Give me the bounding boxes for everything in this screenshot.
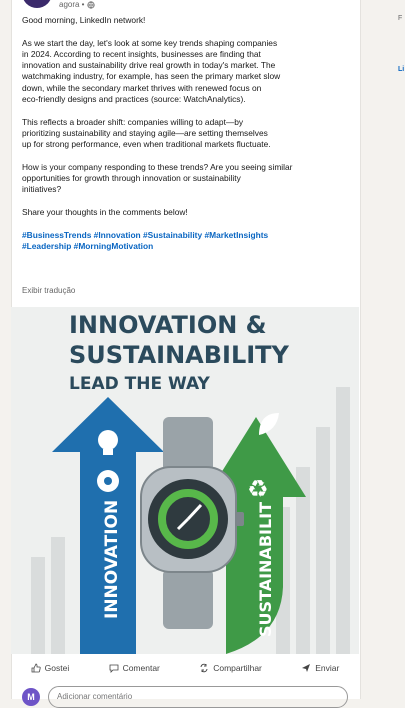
repost-icon bbox=[200, 663, 208, 673]
post-paragraph: Share your thoughts in the comments belo… bbox=[22, 207, 188, 218]
post-image-graphic: INNOVATION & SUSTAINABILITY LEAD THE WAY… bbox=[11, 307, 359, 654]
comment-input[interactable]: Adicionar comentário bbox=[48, 686, 348, 708]
globe-icon bbox=[87, 0, 96, 9]
comment-row: M Adicionar comentário bbox=[22, 686, 352, 708]
post-actions: Gostei Comentar Compartilhar Enviar bbox=[11, 657, 359, 679]
thumbs-up-icon bbox=[31, 663, 41, 673]
recycle-icon: ♻ bbox=[247, 475, 269, 503]
comment-icon bbox=[109, 664, 118, 673]
image-headline-1: INNOVATION & bbox=[69, 311, 267, 339]
user-avatar[interactable]: M bbox=[22, 688, 40, 706]
innovation-label: INNOVATION bbox=[102, 500, 122, 619]
send-icon bbox=[302, 664, 311, 672]
comment-label: Comentar bbox=[122, 663, 160, 673]
post-image[interactable]: INNOVATION & SUSTAINABILITY LEAD THE WAY… bbox=[11, 307, 359, 654]
sidebar-text: F bbox=[398, 15, 403, 22]
image-headline-2: SUSTAINABILITY bbox=[69, 341, 290, 369]
comment-button[interactable]: Comentar bbox=[109, 663, 160, 673]
gear-icon bbox=[97, 470, 119, 492]
send-label: Enviar bbox=[315, 663, 340, 673]
share-button[interactable]: Compartilhar bbox=[199, 663, 262, 673]
post-time: agora • bbox=[59, 0, 85, 9]
post-paragraph: This reflects a broader shift: companies… bbox=[22, 116, 271, 150]
post-meta: agora • bbox=[59, 0, 96, 9]
sidebar-link[interactable]: Li bbox=[398, 66, 404, 73]
image-headline-3: LEAD THE WAY bbox=[69, 374, 211, 394]
like-button[interactable]: Gostei bbox=[31, 663, 70, 673]
share-label: Compartilhar bbox=[213, 663, 262, 673]
post-paragraph: How is your company responding to these … bbox=[22, 161, 293, 195]
post-greeting: Good morning, LinkedIn network! bbox=[22, 15, 146, 25]
sustainability-label: SUSTAINABILIT bbox=[256, 502, 275, 637]
translate-link[interactable]: Exibir tradução bbox=[22, 286, 75, 295]
post-hashtags[interactable]: #BusinessTrends #Innovation #Sustainabil… bbox=[22, 230, 322, 253]
send-button[interactable]: Enviar bbox=[301, 663, 339, 673]
post-body: Good morning, LinkedIn network! As we st… bbox=[22, 15, 322, 264]
post-paragraph: As we start the day, let's look at some … bbox=[22, 37, 281, 105]
like-label: Gostei bbox=[44, 663, 70, 673]
